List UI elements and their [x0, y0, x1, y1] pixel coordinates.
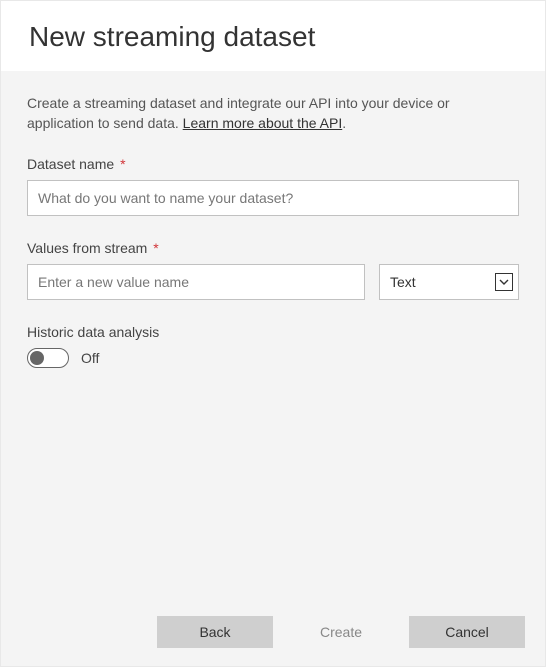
learn-more-link[interactable]: Learn more about the API [183, 115, 343, 131]
create-button[interactable]: Create [283, 616, 399, 648]
dialog-body: Create a streaming dataset and integrate… [1, 71, 545, 602]
historic-label: Historic data analysis [27, 324, 519, 340]
historic-state-label: Off [81, 350, 99, 366]
stream-value-type-select[interactable]: Text [379, 264, 519, 300]
required-mark: * [153, 240, 158, 256]
dataset-name-input[interactable] [27, 180, 519, 216]
values-from-stream-label-text: Values from stream [27, 240, 147, 256]
toggle-knob [30, 351, 44, 365]
cancel-button[interactable]: Cancel [409, 616, 525, 648]
required-mark: * [120, 156, 125, 172]
dialog-footer: Back Create Cancel [1, 602, 545, 666]
back-button[interactable]: Back [157, 616, 273, 648]
dialog: New streaming dataset Create a streaming… [0, 0, 546, 667]
stream-value-name-input[interactable] [27, 264, 365, 300]
intro-text: Create a streaming dataset and integrate… [27, 93, 519, 134]
dialog-header: New streaming dataset [1, 1, 545, 71]
dataset-name-label-text: Dataset name [27, 156, 114, 172]
dataset-name-label: Dataset name * [27, 156, 519, 172]
historic-toggle[interactable] [27, 348, 69, 368]
intro-after: . [342, 115, 346, 131]
page-title: New streaming dataset [29, 21, 517, 53]
values-from-stream-label: Values from stream * [27, 240, 519, 256]
